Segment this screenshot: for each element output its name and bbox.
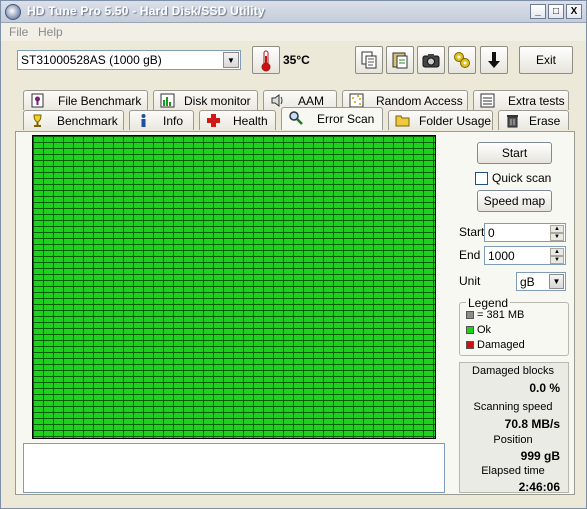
red-swatch-icon	[466, 341, 474, 349]
unit-select[interactable]: gB ▼	[516, 272, 566, 291]
legend-item-ok: Ok	[466, 324, 491, 336]
tab-disk-monitor[interactable]: Disk monitor	[153, 90, 258, 110]
quick-scan-checkbox[interactable]	[475, 172, 488, 185]
temperature-readout: 35°C	[283, 53, 310, 67]
end-field-value: 1000	[488, 249, 515, 263]
camera-icon	[422, 54, 440, 68]
paste-icon	[392, 52, 408, 69]
menu-file[interactable]: File	[9, 25, 28, 39]
magnifier-icon	[289, 111, 303, 125]
folder-icon	[395, 115, 410, 127]
scan-stats: Damaged blocks 0.0 % Scanning speed 70.8…	[459, 362, 569, 494]
screenshot-button[interactable]	[417, 46, 445, 74]
position-value: 999 gB	[520, 449, 560, 463]
exit-button[interactable]: Exit	[519, 46, 573, 74]
tab-extra-tests[interactable]: Extra tests	[473, 90, 569, 110]
green-swatch-icon	[466, 326, 474, 334]
damaged-blocks-value: 0.0 %	[529, 381, 560, 395]
options-icon	[454, 52, 470, 68]
scanning-speed-value: 70.8 MB/s	[504, 417, 560, 431]
download-icon	[488, 52, 500, 68]
tab-label: Extra tests	[508, 94, 565, 108]
tab-info[interactable]: Info	[129, 110, 194, 130]
start-field[interactable]: 0 ▲ ▼	[484, 223, 566, 242]
quick-scan-label: Quick scan	[492, 171, 552, 185]
scanning-speed-label: Scanning speed	[473, 401, 553, 413]
block-map-frame	[32, 135, 436, 439]
end-field[interactable]: 1000 ▲ ▼	[484, 246, 566, 265]
tab-erase[interactable]: Erase	[498, 110, 569, 130]
tab-label: Error Scan	[317, 112, 375, 126]
error-scan-panel: Start Quick scan Speed map Start 0 ▲ ▼ E…	[15, 131, 575, 495]
minimize-button[interactable]: _	[530, 4, 546, 19]
start-button[interactable]: Start	[477, 142, 552, 164]
app-window: HD Tune Pro 5.50 - Hard Disk/SSD Utility…	[0, 0, 587, 509]
menu-bar: File Help	[1, 23, 586, 41]
gray-swatch-icon	[466, 311, 474, 319]
maximize-button[interactable]: □	[548, 4, 564, 19]
drive-select-value: ST31000528AS (1000 gB)	[21, 53, 162, 67]
legend-item-damaged: Damaged	[466, 339, 525, 351]
chevron-down-icon[interactable]: ▼	[223, 52, 239, 68]
unit-select-value: gB	[520, 275, 535, 289]
save-button[interactable]	[480, 46, 508, 74]
info-icon	[141, 114, 146, 127]
options-button[interactable]	[448, 46, 476, 74]
scan-log-box[interactable]	[23, 443, 445, 493]
copy-report-button[interactable]	[386, 46, 414, 74]
spin-up-icon[interactable]: ▲	[550, 225, 564, 233]
tab-label: Health	[233, 114, 268, 128]
window-title: HD Tune Pro 5.50 - Hard Disk/SSD Utility	[27, 4, 265, 18]
benchmark-icon	[33, 114, 42, 127]
elapsed-time-label: Elapsed time	[481, 465, 545, 477]
disk-monitor-icon	[160, 93, 175, 108]
title-bar[interactable]: HD Tune Pro 5.50 - Hard Disk/SSD Utility…	[1, 1, 586, 23]
elapsed-time-value: 2:46:06	[518, 480, 560, 494]
file-benchmark-icon	[31, 93, 44, 108]
spin-down-icon[interactable]: ▼	[550, 233, 564, 241]
tab-error-scan[interactable]: Error Scan	[281, 107, 383, 130]
trash-icon	[507, 115, 518, 128]
temperature-button[interactable]	[252, 46, 280, 74]
tab-label: File Benchmark	[58, 94, 142, 108]
legend-item-block-size: = 381 MB	[466, 309, 524, 321]
tab-health[interactable]: Health	[199, 110, 276, 130]
tab-label: AAM	[298, 94, 325, 108]
extra-tests-icon	[480, 93, 495, 108]
thermometer-icon	[261, 50, 271, 72]
tab-label: Folder Usage	[419, 114, 492, 128]
random-access-icon	[349, 93, 364, 108]
tab-folder-usage[interactable]: Folder Usage	[388, 110, 493, 130]
unit-label: Unit	[459, 274, 481, 288]
start-field-value: 0	[488, 226, 495, 240]
tab-benchmark[interactable]: Benchmark	[23, 110, 124, 130]
app-disk-icon	[5, 4, 21, 20]
legend-title: Legend	[466, 296, 511, 310]
copy-text-button[interactable]	[355, 46, 383, 74]
drive-select[interactable]: ST31000528AS (1000 gB) ▼	[17, 50, 241, 70]
tab-label: Benchmark	[57, 114, 118, 128]
tab-label: Info	[163, 114, 184, 128]
health-icon	[207, 114, 220, 127]
tab-label: Random Access	[376, 94, 463, 108]
speed-map-button[interactable]: Speed map	[477, 190, 552, 212]
end-field-label: End	[459, 248, 481, 262]
speaker-icon	[271, 94, 283, 107]
copy-icon	[361, 51, 377, 69]
menu-help[interactable]: Help	[38, 25, 63, 39]
block-map	[33, 136, 435, 438]
damaged-blocks-label: Damaged blocks	[472, 365, 554, 377]
legend-group: Legend = 381 MB Ok Damaged	[459, 296, 569, 356]
tab-label: Disk monitor	[184, 94, 251, 108]
spin-down-icon[interactable]: ▼	[550, 256, 564, 264]
tab-file-benchmark[interactable]: File Benchmark	[23, 90, 148, 110]
spin-up-icon[interactable]: ▲	[550, 248, 564, 256]
close-button[interactable]: X	[566, 4, 582, 19]
position-label: Position	[493, 434, 533, 446]
toolbar: ST31000528AS (1000 gB) ▼ 35°C Exit	[1, 41, 586, 85]
chevron-down-icon[interactable]: ▼	[549, 274, 564, 289]
tab-label: Erase	[529, 114, 561, 128]
start-field-label: Start	[459, 225, 485, 239]
